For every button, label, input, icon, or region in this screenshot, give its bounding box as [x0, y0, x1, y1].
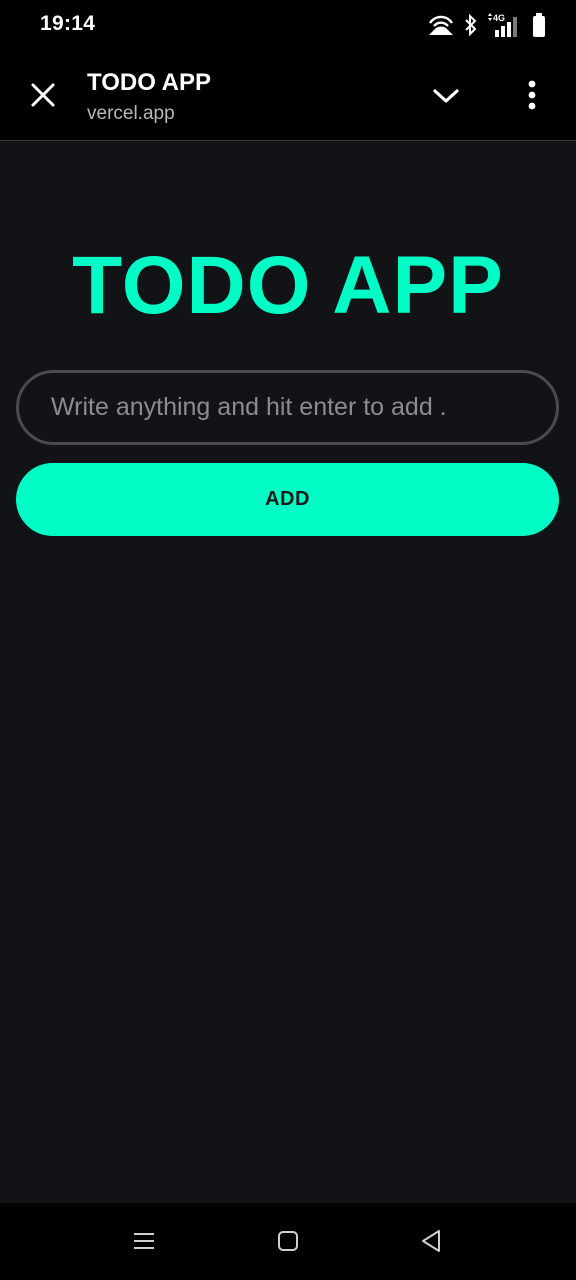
- recents-icon: [133, 1231, 155, 1256]
- close-button[interactable]: [22, 76, 64, 118]
- tab-url: vercel.app: [87, 103, 175, 124]
- bluetooth-icon: [464, 14, 478, 36]
- tab-title: TODO APP: [87, 69, 212, 96]
- status-bar: 19:14 4G: [0, 0, 576, 52]
- recents-button[interactable]: [124, 1223, 164, 1263]
- battery-icon: [532, 13, 546, 37]
- add-button[interactable]: ADD: [16, 463, 559, 536]
- custom-tab-header: TODO APP vercel.app: [0, 52, 576, 141]
- home-button[interactable]: [268, 1223, 308, 1263]
- network-label: 4G: [493, 13, 505, 23]
- hotspot-icon: [427, 14, 455, 36]
- signal-4g-icon: 4G: [487, 13, 523, 37]
- status-icons: 4G: [427, 12, 546, 38]
- navigation-bar: [0, 1203, 576, 1280]
- back-button[interactable]: [411, 1223, 451, 1263]
- todo-input[interactable]: [16, 370, 559, 445]
- back-icon: [420, 1229, 442, 1258]
- chevron-down-icon: [432, 87, 460, 110]
- close-icon: [30, 82, 56, 113]
- page-info-button[interactable]: [424, 76, 468, 120]
- home-icon: [277, 1230, 299, 1257]
- status-time: 19:14: [40, 12, 96, 35]
- screen: 19:14 4G TODO APP vercel.app TODO APP Wr…: [0, 0, 576, 1280]
- more-vert-icon: [527, 80, 537, 115]
- app-heading: TODO APP: [72, 240, 504, 331]
- more-options-button[interactable]: [512, 74, 552, 120]
